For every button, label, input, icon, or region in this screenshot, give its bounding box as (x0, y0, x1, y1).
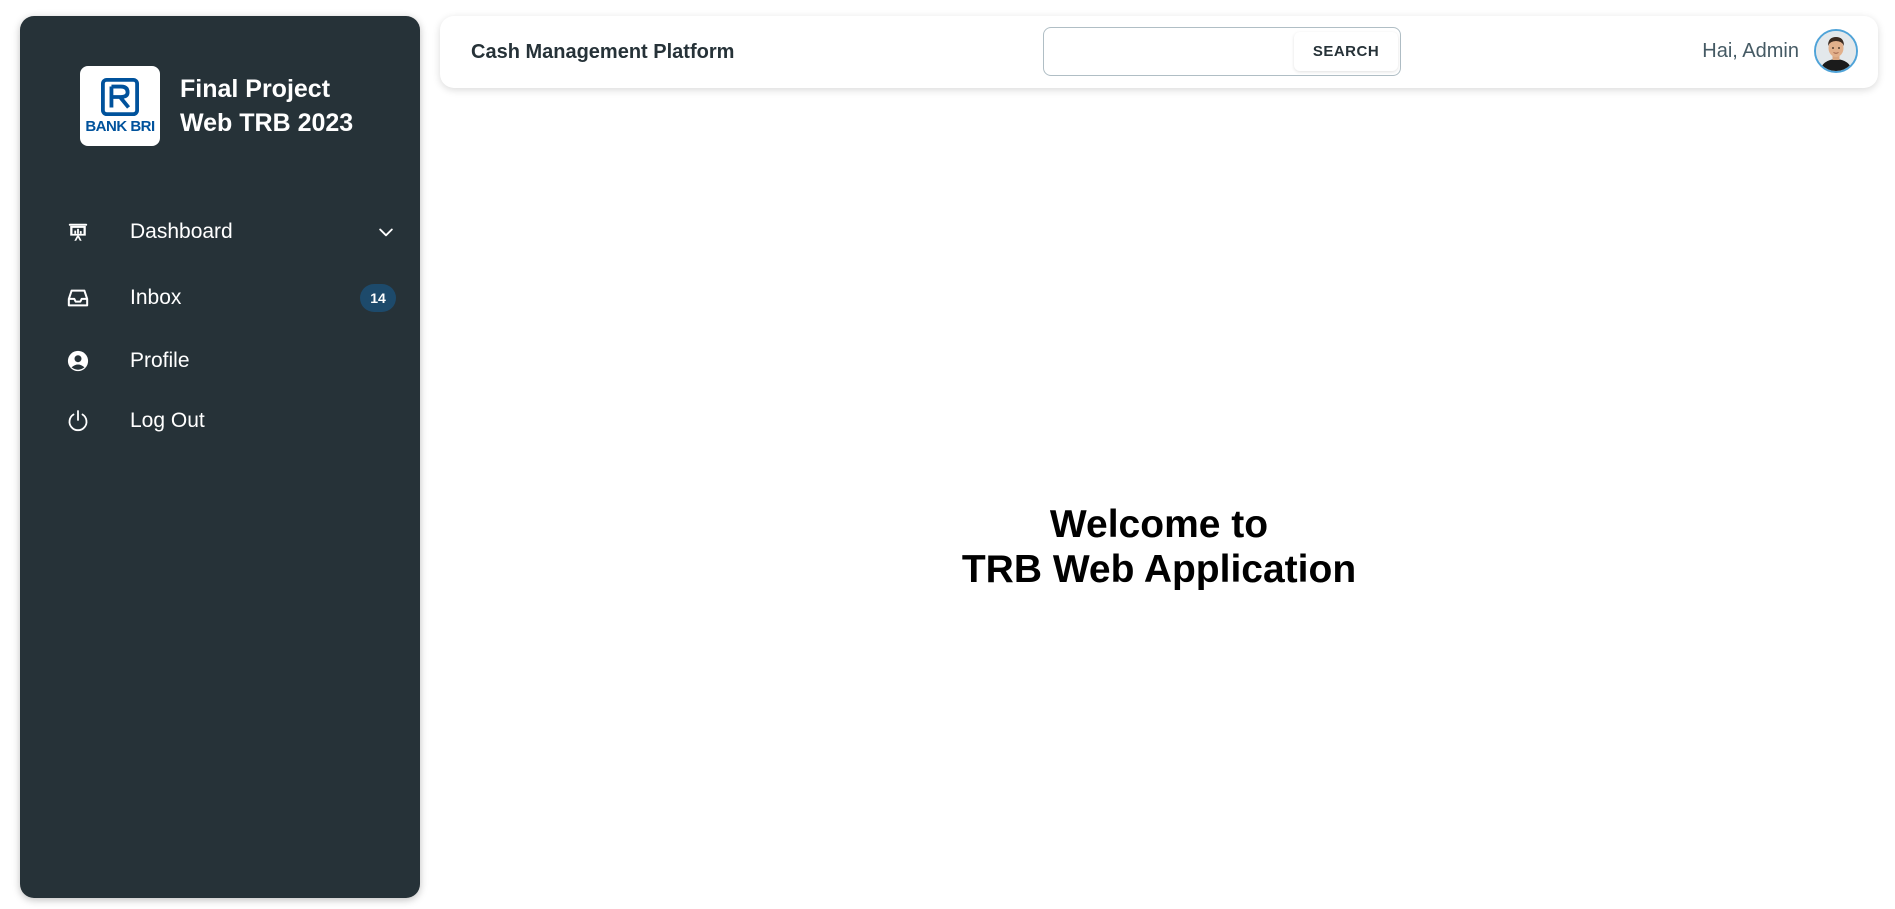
welcome-message: Welcome to TRB Web Application (440, 502, 1878, 592)
sidebar-item-label: Inbox (130, 286, 182, 309)
welcome-line-2: TRB Web Application (961, 548, 1357, 591)
user-circle-icon (66, 349, 90, 373)
search-input[interactable] (1048, 32, 1292, 73)
top-header: Cash Management Platform SEARCH Hai, Adm… (440, 16, 1878, 88)
presentation-chart-icon (66, 220, 90, 244)
sidebar-item-dashboard[interactable]: Dashboard (66, 212, 396, 252)
user-menu[interactable]: Hai, Admin (1702, 28, 1858, 74)
sidebar-item-label: Dashboard (130, 220, 233, 243)
user-avatar-icon (1816, 31, 1856, 71)
inbox-count-wrap: 14 (360, 278, 396, 318)
search-button[interactable]: SEARCH (1294, 32, 1398, 71)
bank-bri-logo: BANK BRI (80, 66, 160, 146)
bri-logo-mark-icon (101, 77, 139, 116)
chevron-down-icon[interactable] (376, 212, 396, 252)
inbox-icon (66, 286, 90, 310)
brand[interactable]: BANK BRI Final Project Web TRB 2023 (80, 66, 353, 146)
sidebar-item-label: Profile (130, 349, 190, 372)
sidebar: BANK BRI Final Project Web TRB 2023 Dash… (20, 16, 420, 898)
inbox-count-badge: 14 (360, 284, 396, 312)
logo-text: BANK BRI (85, 117, 155, 135)
welcome-line-1: Welcome to (1049, 503, 1269, 546)
brand-title-line2: Web TRB 2023 (180, 109, 354, 137)
brand-title-line1: Final Project (180, 75, 331, 103)
brand-title: Final Project Web TRB 2023 (180, 72, 353, 140)
user-greeting: Hai, Admin (1702, 39, 1799, 62)
search-box: SEARCH (1043, 27, 1401, 76)
avatar[interactable] (1814, 29, 1858, 73)
power-icon (66, 409, 90, 433)
sidebar-item-profile[interactable]: Profile (66, 341, 396, 381)
sidebar-item-label: Log Out (130, 409, 205, 432)
sidebar-item-logout[interactable]: Log Out (66, 401, 396, 441)
page-title: Cash Management Platform (471, 41, 735, 63)
sidebar-item-inbox[interactable]: Inbox 14 (66, 278, 396, 318)
